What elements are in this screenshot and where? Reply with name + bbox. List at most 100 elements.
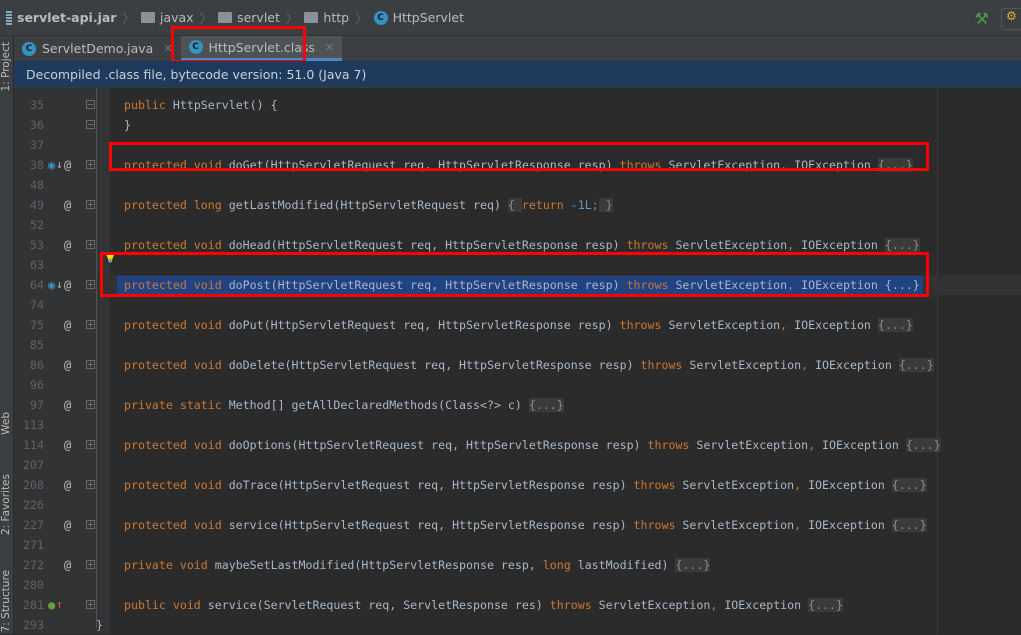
fold-expand-icon[interactable]: +: [86, 400, 95, 409]
fold-expand-icon[interactable]: +: [86, 480, 95, 489]
code-token: service(HttpServletRequest req, HttpServ…: [228, 518, 634, 532]
line-number: 208: [23, 478, 44, 492]
fold-expand-icon[interactable]: +: [86, 320, 95, 329]
code-token: service(ServletRequest req, ServletRespo…: [207, 598, 550, 612]
annotation-at-icon: @: [64, 478, 72, 492]
class-icon: C: [373, 10, 388, 25]
code-token: {...}: [884, 238, 920, 252]
breadcrumb-javax[interactable]: javax: [140, 10, 194, 25]
folder-icon: [304, 12, 319, 23]
code-token: {...}: [675, 558, 711, 572]
line-number: 64: [30, 278, 44, 292]
code-token: {...}: [808, 598, 843, 612]
code-token: throws: [647, 438, 697, 452]
breadcrumb-http[interactable]: http: [304, 10, 349, 25]
fold-expand-icon[interactable]: +: [86, 360, 95, 369]
code-token: public: [124, 98, 173, 112]
code-line: protected void doOptions(HttpServletRequ…: [124, 435, 941, 455]
code-token: ServletException: [682, 478, 795, 492]
line-number: 113: [23, 418, 44, 432]
breadcrumb-httpservlet[interactable]: C HttpServlet: [373, 10, 464, 25]
close-icon[interactable]: ✕: [325, 41, 334, 54]
code-token: {...}: [891, 478, 927, 492]
code-line: protected void doPut(HttpServletRequest …: [124, 315, 913, 335]
code-token: long: [542, 558, 578, 572]
code-token: doTrace(HttpServletRequest req, HttpServ…: [228, 478, 634, 492]
code-token: private void: [124, 558, 215, 572]
fold-expand-icon[interactable]: +: [86, 160, 95, 169]
line-number: 97: [30, 398, 44, 412]
fold-expand-icon[interactable]: +: [86, 520, 95, 529]
line-number: 280: [23, 578, 44, 592]
implemented-down-icon[interactable]: ◉: [48, 275, 55, 295]
line-number: 38: [30, 158, 44, 172]
code-token: throws: [619, 318, 669, 332]
code-line: public void service(ServletRequest req, …: [124, 595, 843, 615]
code-token: ServletException: [696, 438, 809, 452]
code-token: throws: [633, 478, 683, 492]
line-number: 49: [30, 198, 44, 212]
code-token: ServletException: [675, 238, 788, 252]
fold-expand-icon[interactable]: +: [86, 240, 95, 249]
code-token: ,: [710, 598, 725, 612]
annotation-at-icon: @: [64, 158, 72, 172]
code-token: doDelete(HttpServletRequest req, HttpSer…: [228, 358, 641, 372]
code-token: {...}: [898, 358, 934, 372]
fold-collapse-icon[interactable]: −: [86, 100, 95, 109]
line-number: 86: [30, 358, 44, 372]
fold-expand-icon[interactable]: +: [86, 280, 95, 289]
line-number: 96: [30, 378, 44, 392]
code-line: protected void doDelete(HttpServletReque…: [124, 355, 934, 375]
jar-icon: [6, 10, 12, 25]
arrow-icon: ↓: [56, 158, 63, 171]
fold-collapse-icon[interactable]: −: [86, 120, 95, 129]
code-token: doHead(HttpServletRequest req, HttpServl…: [228, 238, 627, 252]
fold-expand-icon[interactable]: +: [86, 200, 95, 209]
breadcrumb-servlet[interactable]: servlet: [218, 10, 280, 25]
code-line: protected void doTrace(HttpServletReques…: [124, 475, 927, 495]
code-token: throws: [633, 518, 683, 532]
fold-expand-icon[interactable]: +: [86, 440, 95, 449]
code-token: }: [124, 118, 131, 132]
code-token: HttpServlet() {: [172, 98, 278, 112]
code-token: protected void: [124, 518, 229, 532]
implemented-down-icon[interactable]: ◉: [48, 155, 55, 175]
line-number: 63: [30, 258, 44, 272]
folder-icon: [140, 12, 155, 23]
code-token: {...}: [528, 398, 564, 412]
code-token: maybeSetLastModified(HttpServletResponse…: [214, 558, 543, 572]
fold-guide: [96, 88, 97, 628]
favorites-tool-button[interactable]: 2: Favorites: [0, 474, 14, 535]
code-token: protected long: [124, 198, 229, 212]
code-token: IOException: [815, 358, 899, 372]
code-token: IOException: [801, 238, 885, 252]
code-token: ,: [808, 438, 823, 452]
run-config-icon[interactable]: ⚙: [1001, 8, 1021, 30]
structure-tool-button[interactable]: 7: Structure: [0, 570, 14, 632]
code-token: return: [521, 198, 571, 212]
code-line: private static Method[] getAllDeclaredMe…: [124, 395, 564, 415]
line-number: 85: [30, 338, 44, 352]
line-number: 272: [23, 558, 44, 572]
class-icon: C: [22, 41, 36, 56]
code-token: throws: [640, 358, 690, 372]
arrow-icon: ↓: [56, 278, 63, 291]
code-token: }: [598, 198, 613, 212]
code-token: ,: [794, 518, 809, 532]
code-token: protected void: [124, 358, 229, 372]
tab-servletdemo-java[interactable]: C ServletDemo.java ✕: [14, 36, 181, 61]
code-token: lastModified): [577, 558, 676, 572]
annotation-at-icon: @: [64, 238, 72, 252]
code-token: Method[] getAllDeclaredMethods(Class<?> …: [228, 398, 529, 412]
implements-method-icon[interactable]: ●: [48, 595, 55, 615]
fold-expand-icon[interactable]: +: [86, 560, 95, 569]
code-token: -1L: [570, 198, 592, 212]
code-token: private static: [124, 398, 229, 412]
build-hammer-icon[interactable]: ⚒: [975, 9, 989, 28]
fold-expand-icon[interactable]: +: [86, 600, 95, 609]
breadcrumb-jar[interactable]: servlet-api.jar: [6, 10, 116, 25]
web-tool-button[interactable]: Web: [0, 412, 14, 435]
code-token: {: [507, 198, 522, 212]
project-tool-button[interactable]: 1: Project: [0, 42, 14, 91]
line-number: 207: [23, 458, 44, 472]
